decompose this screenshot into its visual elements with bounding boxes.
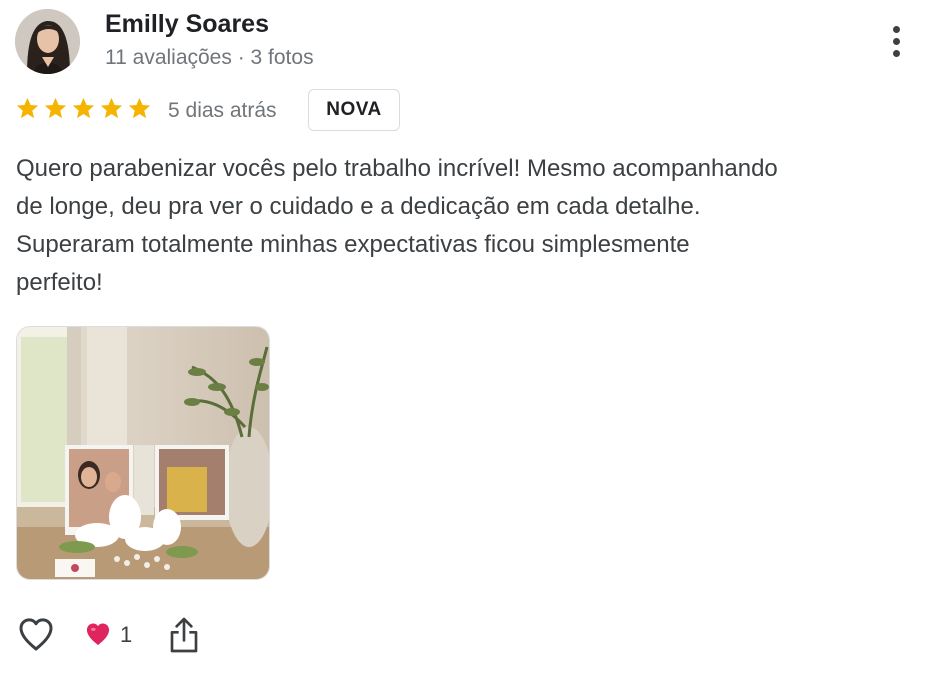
star-rating [15,96,152,121]
share-button[interactable] [168,615,200,660]
reviewer-name[interactable]: Emilly Soares [105,10,269,39]
more-options-button[interactable] [880,20,912,62]
review-photo[interactable] [16,326,270,580]
share-icon [170,617,198,653]
review-date: 5 dias atrás [168,99,277,122]
star-icon [100,97,123,119]
reviewer-avatar[interactable] [15,9,80,74]
review-line: Quero parabenizar vocês pelo trabalho in… [16,155,778,182]
reaction-button[interactable] [83,620,113,653]
more-vert-icon [892,25,900,33]
star-icon [128,97,151,119]
heart-outline-icon [19,618,53,651]
avatar-photo [15,9,80,74]
review-photo-image [17,327,269,579]
more-vert-icon-dot [892,49,900,57]
red-heart-icon [86,623,110,646]
review-line: Superaram totalmente minhas expectativas… [16,231,690,258]
review-line: perfeito! [16,269,103,296]
star-icon [16,97,39,119]
review-line: de longe, deu pra ver o cuidado e a dedi… [16,193,701,220]
more-vert-icon-dot [892,37,900,45]
reviewer-stats: 11 avaliações · 3 fotos [105,46,314,69]
star-icon [44,97,67,119]
review-text: Quero parabenizar vocês pelo trabalho in… [16,150,931,302]
star-icon [72,97,95,119]
reaction-count: 1 [120,622,133,647]
like-button[interactable] [15,614,57,659]
new-badge: NOVA [308,89,400,131]
